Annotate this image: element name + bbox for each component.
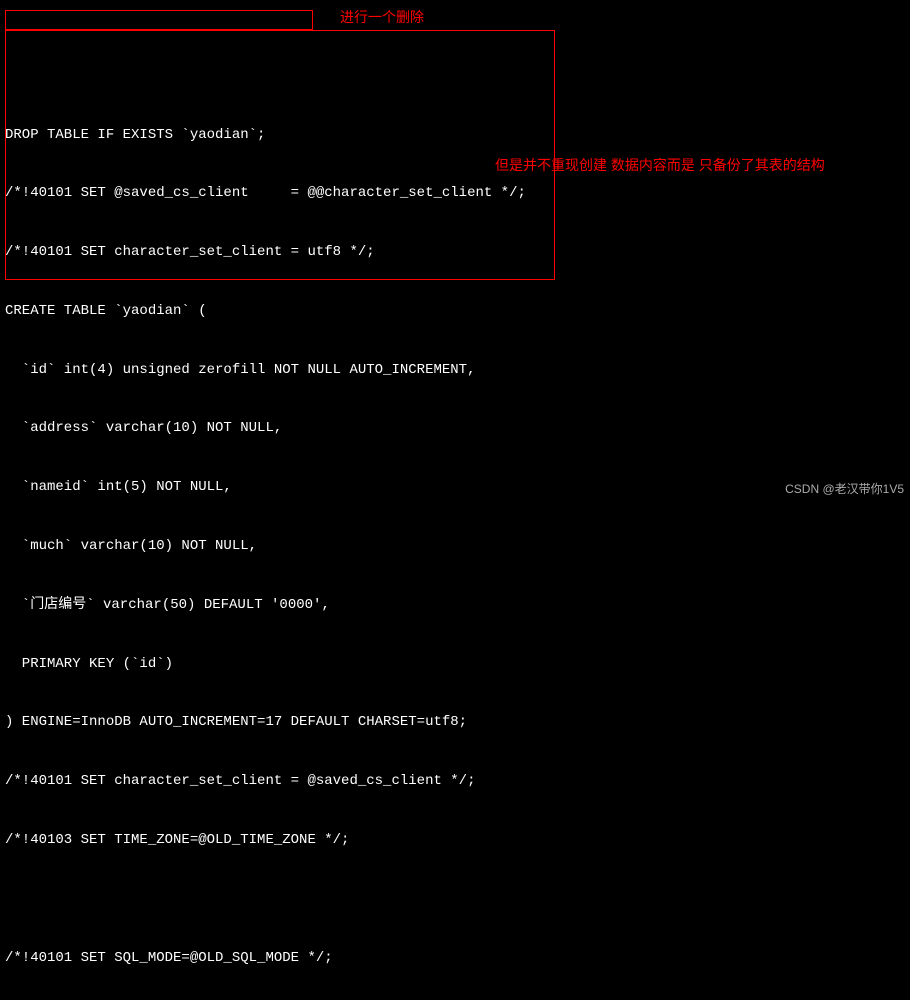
sql-line: `address` varchar(10) NOT NULL, <box>5 419 910 439</box>
highlight-box-1 <box>5 10 313 30</box>
sql-line: `id` int(4) unsigned zerofill NOT NULL A… <box>5 361 910 381</box>
annotation-delete: 进行一个删除 <box>340 8 424 28</box>
sql-line: /*!40101 SET SQL_MODE=@OLD_SQL_MODE */; <box>5 949 910 969</box>
sql-line: `门店编号` varchar(50) DEFAULT '0000', <box>5 596 910 616</box>
sql-line: DROP TABLE IF EXISTS `yaodian`; <box>5 126 910 146</box>
watermark: CSDN @老汉带你1V5 <box>785 481 904 498</box>
sql-line: /*!40101 SET character_set_client = @sav… <box>5 772 910 792</box>
sql-line: /*!40101 SET character_set_client = utf8… <box>5 243 910 263</box>
sql-line: PRIMARY KEY (`id`) <box>5 655 910 675</box>
sql-line: ) ENGINE=InnoDB AUTO_INCREMENT=17 DEFAUL… <box>5 713 910 733</box>
sql-line: /*!40101 SET @saved_cs_client = @@charac… <box>5 184 910 204</box>
terminal-output: 进行一个删除 但是并不重现创建 数据内容而是 只备份了其表的结构 DROP TA… <box>5 8 910 1000</box>
sql-line: `nameid` int(5) NOT NULL, <box>5 478 910 498</box>
sql-line: /*!40103 SET TIME_ZONE=@OLD_TIME_ZONE */… <box>5 831 910 851</box>
sql-line <box>5 890 910 910</box>
sql-line: `much` varchar(10) NOT NULL, <box>5 537 910 557</box>
annotation-structure-only: 但是并不重现创建 数据内容而是 只备份了其表的结构 <box>495 156 825 176</box>
sql-line: CREATE TABLE `yaodian` ( <box>5 302 910 322</box>
